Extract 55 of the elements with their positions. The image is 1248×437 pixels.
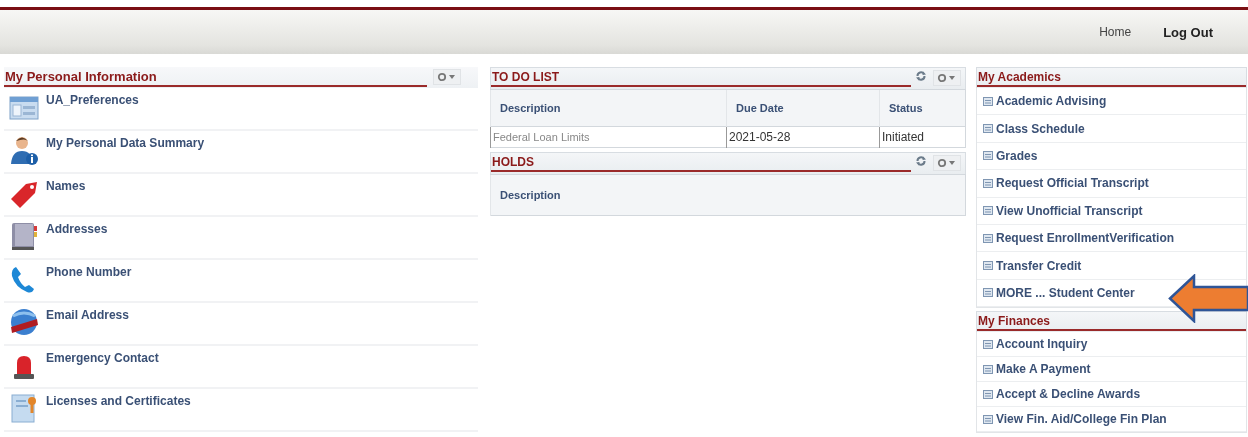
menu-link[interactable]: Names [46,179,86,193]
settings-menu-button[interactable] [933,70,961,86]
table-cell: Initiated [879,126,966,148]
gear-icon [937,73,957,83]
menu-link[interactable]: Phone Number [46,265,132,279]
menu-link[interactable]: MORE ... Student Center [996,285,1135,300]
menu-link[interactable]: Grades [996,148,1038,163]
list-icon [983,233,993,243]
menu-link[interactable]: Transfer Credit [996,258,1082,273]
person-icon [8,134,40,166]
menu-link[interactable]: Make A Payment [996,362,1091,377]
gear-icon [437,72,457,82]
refresh-icon[interactable] [915,155,927,167]
section-title: My Personal Information [4,67,427,87]
list-icon [983,414,993,424]
menu-link[interactable]: Emergency Contact [46,351,159,365]
table-cell: Federal Loan Limits [490,126,727,148]
settings-menu-button[interactable] [433,69,461,85]
table-cell: 2021-05-28 [726,126,880,148]
column-header: Description [490,89,727,127]
menu-link[interactable]: Class Schedule [996,121,1085,136]
menu-link[interactable]: Request Official Transcript [996,176,1149,191]
globe-icon [8,306,40,338]
menu-link[interactable]: Account Inquiry [996,337,1088,352]
list-icon [983,151,993,161]
section-title: HOLDS [491,153,911,172]
list-icon [983,124,993,134]
menu-link[interactable]: Accept & Decline Awards [996,387,1141,402]
refresh-icon[interactable] [915,70,927,82]
menu-link[interactable]: View Unofficial Transcript [996,203,1143,218]
menu-link[interactable]: Email Address [46,308,129,322]
list-icon [983,206,993,216]
column-header: Status [879,89,966,127]
menu-link[interactable]: Academic Advising [996,94,1107,109]
menu-link[interactable]: My Personal Data Summary [46,136,205,150]
list-icon [983,339,993,349]
menu-link[interactable]: View Fin. Aid/College Fin Plan [996,412,1167,427]
settings-menu-button[interactable] [933,155,961,171]
list-icon [983,288,993,298]
nav-link[interactable]: Log Out [1163,24,1213,40]
menu-link[interactable]: Licenses and Certificates [46,394,191,408]
list-icon [983,364,993,374]
menu-link[interactable]: Addresses [46,222,108,236]
gear-icon [937,158,957,168]
section-title: TO DO LIST [491,68,911,87]
list-icon [983,96,993,106]
menu-link[interactable]: UA_Preferences [46,93,139,107]
list-icon [983,178,993,188]
nav-link[interactable]: Home [1099,25,1132,39]
menu-link[interactable]: Request EnrollmentVerification [996,231,1175,246]
list-icon [983,389,993,399]
list-icon [983,261,993,271]
section-title: My Academics [977,68,1246,87]
column-header: Due Date [726,89,880,127]
column-header: Description [490,174,966,216]
